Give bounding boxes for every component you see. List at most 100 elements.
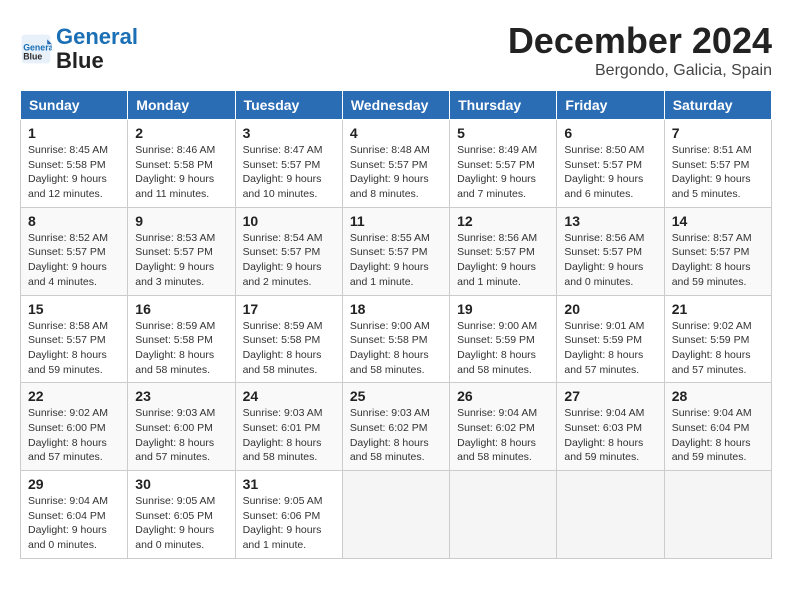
day-info: Sunrise: 9:00 AM Sunset: 5:59 PM Dayligh… <box>457 319 549 378</box>
day-number: 30 <box>135 476 227 492</box>
day-number: 25 <box>350 388 442 404</box>
calendar-week-row: 29 Sunrise: 9:04 AM Sunset: 6:04 PM Dayli… <box>21 471 772 559</box>
day-number: 27 <box>564 388 656 404</box>
day-number: 16 <box>135 301 227 317</box>
calendar-day-cell: 2 Sunrise: 8:46 AM Sunset: 5:58 PM Daylig… <box>128 120 235 208</box>
day-number: 26 <box>457 388 549 404</box>
day-number: 4 <box>350 125 442 141</box>
day-number: 20 <box>564 301 656 317</box>
location-subtitle: Bergondo, Galicia, Spain <box>508 62 772 80</box>
logo: General Blue General Blue <box>20 25 138 73</box>
day-info: Sunrise: 8:59 AM Sunset: 5:58 PM Dayligh… <box>135 319 227 378</box>
day-info: Sunrise: 8:54 AM Sunset: 5:57 PM Dayligh… <box>243 231 335 290</box>
calendar-day-cell: 22 Sunrise: 9:02 AM Sunset: 6:00 PM Dayli… <box>21 383 128 471</box>
calendar-day-cell: 11 Sunrise: 8:55 AM Sunset: 5:57 PM Dayli… <box>342 207 449 295</box>
day-info: Sunrise: 9:00 AM Sunset: 5:58 PM Dayligh… <box>350 319 442 378</box>
weekday-header-sunday: Sunday <box>21 91 128 120</box>
weekday-header-thursday: Thursday <box>450 91 557 120</box>
day-info: Sunrise: 8:46 AM Sunset: 5:58 PM Dayligh… <box>135 143 227 202</box>
day-number: 5 <box>457 125 549 141</box>
day-info: Sunrise: 9:03 AM Sunset: 6:02 PM Dayligh… <box>350 406 442 465</box>
day-info: Sunrise: 8:52 AM Sunset: 5:57 PM Dayligh… <box>28 231 120 290</box>
calendar-day-cell: 7 Sunrise: 8:51 AM Sunset: 5:57 PM Daylig… <box>664 120 771 208</box>
day-info: Sunrise: 8:48 AM Sunset: 5:57 PM Dayligh… <box>350 143 442 202</box>
day-number: 3 <box>243 125 335 141</box>
day-number: 15 <box>28 301 120 317</box>
calendar-day-cell: 6 Sunrise: 8:50 AM Sunset: 5:57 PM Daylig… <box>557 120 664 208</box>
calendar-day-cell: 20Sunrise: 9:01 AM Sunset: 5:59 PM Dayli… <box>557 295 664 383</box>
header: General Blue General Blue December 2024 … <box>20 20 772 80</box>
calendar-day-cell: 4 Sunrise: 8:48 AM Sunset: 5:57 PM Daylig… <box>342 120 449 208</box>
weekday-header-row: SundayMondayTuesdayWednesdayThursdayFrid… <box>21 91 772 120</box>
calendar-week-row: 15Sunrise: 8:58 AM Sunset: 5:57 PM Dayli… <box>21 295 772 383</box>
day-number: 18 <box>350 301 442 317</box>
day-number: 7 <box>672 125 764 141</box>
calendar-week-row: 22 Sunrise: 9:02 AM Sunset: 6:00 PM Dayli… <box>21 383 772 471</box>
calendar-day-cell: 27 Sunrise: 9:04 AM Sunset: 6:03 PM Dayli… <box>557 383 664 471</box>
calendar-day-cell: 16 Sunrise: 8:59 AM Sunset: 5:58 PM Dayli… <box>128 295 235 383</box>
calendar-day-cell: 26 Sunrise: 9:04 AM Sunset: 6:02 PM Dayli… <box>450 383 557 471</box>
day-number: 8 <box>28 213 120 229</box>
day-number: 24 <box>243 388 335 404</box>
day-number: 11 <box>350 213 442 229</box>
calendar-week-row: 8 Sunrise: 8:52 AM Sunset: 5:57 PM Daylig… <box>21 207 772 295</box>
weekday-header-tuesday: Tuesday <box>235 91 342 120</box>
day-info: Sunrise: 8:56 AM Sunset: 5:57 PM Dayligh… <box>564 231 656 290</box>
svg-text:Blue: Blue <box>23 52 42 62</box>
day-number: 14 <box>672 213 764 229</box>
day-info: Sunrise: 9:05 AM Sunset: 6:05 PM Dayligh… <box>135 494 227 553</box>
calendar-day-cell: 17 Sunrise: 8:59 AM Sunset: 5:58 PM Dayli… <box>235 295 342 383</box>
day-number: 23 <box>135 388 227 404</box>
calendar-day-cell: 30 Sunrise: 9:05 AM Sunset: 6:05 PM Dayli… <box>128 471 235 559</box>
day-info: Sunrise: 9:02 AM Sunset: 5:59 PM Dayligh… <box>672 319 764 378</box>
day-info: Sunrise: 9:04 AM Sunset: 6:03 PM Dayligh… <box>564 406 656 465</box>
calendar-week-row: 1 Sunrise: 8:45 AM Sunset: 5:58 PM Daylig… <box>21 120 772 208</box>
day-info: Sunrise: 8:50 AM Sunset: 5:57 PM Dayligh… <box>564 143 656 202</box>
calendar-day-cell: 1 Sunrise: 8:45 AM Sunset: 5:58 PM Daylig… <box>21 120 128 208</box>
day-info: Sunrise: 8:57 AM Sunset: 5:57 PM Dayligh… <box>672 231 764 290</box>
weekday-header-monday: Monday <box>128 91 235 120</box>
day-info: Sunrise: 8:59 AM Sunset: 5:58 PM Dayligh… <box>243 319 335 378</box>
calendar-day-cell: 9 Sunrise: 8:53 AM Sunset: 5:57 PM Daylig… <box>128 207 235 295</box>
day-number: 17 <box>243 301 335 317</box>
day-number: 28 <box>672 388 764 404</box>
logo-text: General Blue <box>56 25 138 73</box>
calendar-day-cell: 10Sunrise: 8:54 AM Sunset: 5:57 PM Dayli… <box>235 207 342 295</box>
day-info: Sunrise: 9:04 AM Sunset: 6:04 PM Dayligh… <box>28 494 120 553</box>
day-info: Sunrise: 8:49 AM Sunset: 5:57 PM Dayligh… <box>457 143 549 202</box>
calendar-day-cell: 8 Sunrise: 8:52 AM Sunset: 5:57 PM Daylig… <box>21 207 128 295</box>
calendar-day-cell: 28 Sunrise: 9:04 AM Sunset: 6:04 PM Dayli… <box>664 383 771 471</box>
day-number: 2 <box>135 125 227 141</box>
day-info: Sunrise: 9:05 AM Sunset: 6:06 PM Dayligh… <box>243 494 335 553</box>
day-info: Sunrise: 8:53 AM Sunset: 5:57 PM Dayligh… <box>135 231 227 290</box>
day-info: Sunrise: 9:03 AM Sunset: 6:00 PM Dayligh… <box>135 406 227 465</box>
day-info: Sunrise: 8:45 AM Sunset: 5:58 PM Dayligh… <box>28 143 120 202</box>
day-info: Sunrise: 8:51 AM Sunset: 5:57 PM Dayligh… <box>672 143 764 202</box>
day-number: 1 <box>28 125 120 141</box>
calendar-table: SundayMondayTuesdayWednesdayThursdayFrid… <box>20 90 772 559</box>
day-info: Sunrise: 8:47 AM Sunset: 5:57 PM Dayligh… <box>243 143 335 202</box>
day-info: Sunrise: 9:03 AM Sunset: 6:01 PM Dayligh… <box>243 406 335 465</box>
day-number: 22 <box>28 388 120 404</box>
calendar-day-cell: 19Sunrise: 9:00 AM Sunset: 5:59 PM Dayli… <box>450 295 557 383</box>
calendar-day-cell: 12Sunrise: 8:56 AM Sunset: 5:57 PM Dayli… <box>450 207 557 295</box>
day-number: 9 <box>135 213 227 229</box>
day-info: Sunrise: 9:02 AM Sunset: 6:00 PM Dayligh… <box>28 406 120 465</box>
calendar-day-cell: 5 Sunrise: 8:49 AM Sunset: 5:57 PM Daylig… <box>450 120 557 208</box>
calendar-day-cell: 18 Sunrise: 9:00 AM Sunset: 5:58 PM Dayli… <box>342 295 449 383</box>
calendar-day-cell: 21Sunrise: 9:02 AM Sunset: 5:59 PM Dayli… <box>664 295 771 383</box>
day-info: Sunrise: 9:04 AM Sunset: 6:04 PM Dayligh… <box>672 406 764 465</box>
calendar-day-cell: 31Sunrise: 9:05 AM Sunset: 6:06 PM Dayli… <box>235 471 342 559</box>
day-number: 6 <box>564 125 656 141</box>
month-year-title: December 2024 <box>508 20 772 62</box>
calendar-day-cell <box>557 471 664 559</box>
calendar-day-cell <box>664 471 771 559</box>
calendar-day-cell: 23 Sunrise: 9:03 AM Sunset: 6:00 PM Dayli… <box>128 383 235 471</box>
calendar-day-cell: 24 Sunrise: 9:03 AM Sunset: 6:01 PM Dayli… <box>235 383 342 471</box>
calendar-day-cell: 25 Sunrise: 9:03 AM Sunset: 6:02 PM Dayli… <box>342 383 449 471</box>
day-number: 13 <box>564 213 656 229</box>
calendar-day-cell: 13 Sunrise: 8:56 AM Sunset: 5:57 PM Dayli… <box>557 207 664 295</box>
day-info: Sunrise: 9:04 AM Sunset: 6:02 PM Dayligh… <box>457 406 549 465</box>
day-info: Sunrise: 8:55 AM Sunset: 5:57 PM Dayligh… <box>350 231 442 290</box>
day-number: 29 <box>28 476 120 492</box>
